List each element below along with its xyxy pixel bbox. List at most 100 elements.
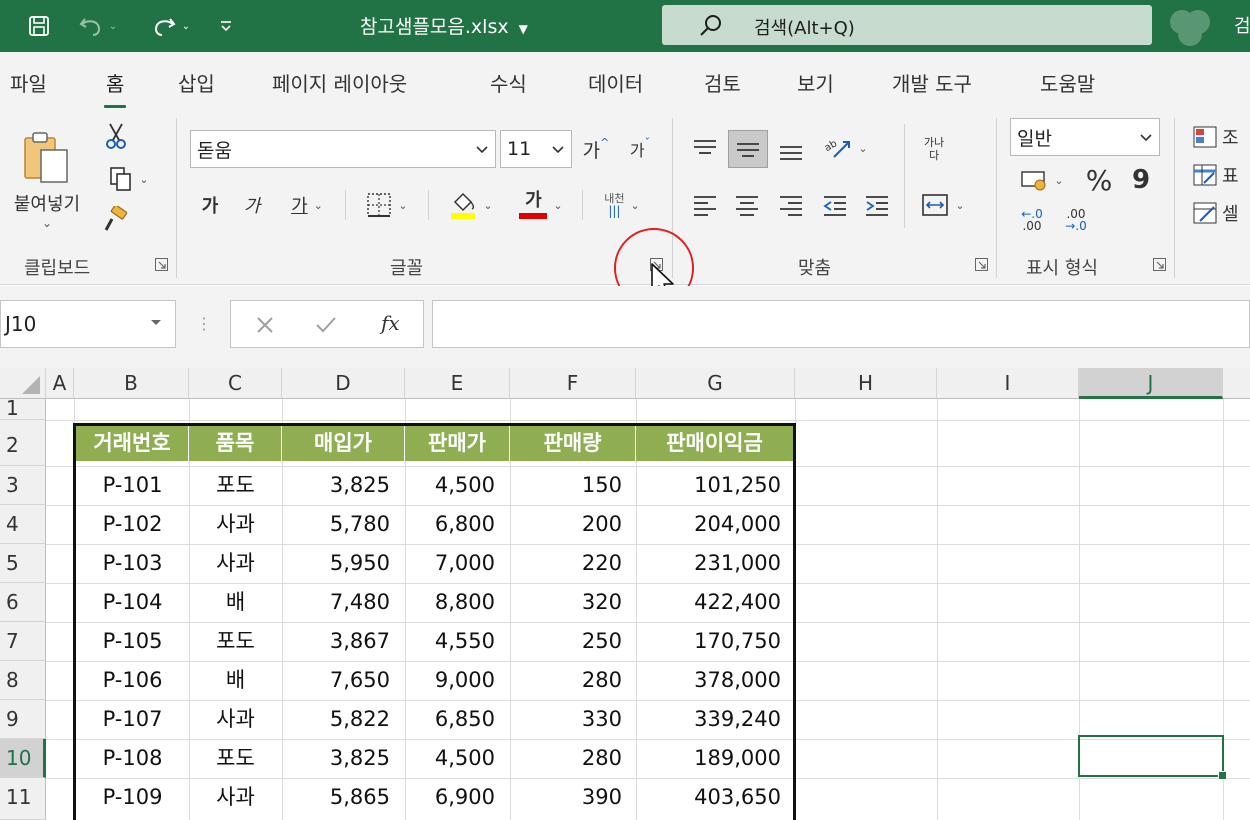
tab-formulas[interactable]: 수식 [490,68,527,97]
select-all-corner[interactable] [0,368,46,399]
decrease-indent-icon[interactable] [816,186,854,224]
accounting-format-button[interactable]: ⌄ [1012,162,1072,198]
tab-review[interactable]: 검토 [704,68,741,97]
column-header-a[interactable]: A [46,368,74,399]
group-number-label: 표시 형식 [1026,258,1098,279]
row-header-11[interactable]: 11 [0,778,46,820]
alignment-launcher-icon[interactable] [975,258,988,271]
group-alignment-label: 맞춤 [798,258,832,279]
grow-font-button[interactable]: 가 ^ [578,132,614,166]
tab-view[interactable]: 보기 [797,68,834,97]
fill-color-button[interactable]: ⌄ [442,186,500,224]
decrease-decimal-button[interactable]: .00 →.0 [1056,204,1096,236]
row-header-8[interactable]: 8 [0,661,46,700]
orientation-button[interactable]: ab ⌄ [818,130,874,166]
chevron-down-icon[interactable] [551,139,565,159]
format-as-table-button[interactable]: 표 [1192,158,1250,192]
italic-button[interactable]: 가 [238,188,266,222]
comma-style-button[interactable]: 9 [1126,162,1156,198]
font-color-button[interactable]: 가 ⌄ [512,186,570,224]
phonetic-guide-button[interactable]: 내천 ||| ⌄ [592,186,652,224]
chevron-down-icon[interactable] [1139,127,1153,147]
row-header-2[interactable]: 2 [0,420,46,466]
conditional-formatting-button[interactable]: 조 [1192,120,1250,154]
tab-developer[interactable]: 개발 도구 [892,68,972,97]
row-header-3[interactable]: 3 [0,466,46,505]
row-header-5[interactable]: 5 [0,544,46,583]
cancel-icon[interactable] [255,315,275,335]
separator [904,124,905,228]
column-header-c[interactable]: C [189,368,282,399]
copy-icon [110,167,132,191]
tab-help[interactable]: 도움말 [1040,68,1095,97]
tab-home[interactable]: 홈 [103,68,127,108]
insert-function-icon[interactable]: fx [381,311,400,335]
align-top-icon[interactable] [686,130,724,166]
tab-file[interactable]: 파일 [10,68,47,97]
align-center-icon[interactable] [728,186,766,224]
column-header-g[interactable]: G [636,368,795,399]
formula-bar-splitter-icon[interactable]: ⋮ [196,314,212,333]
column-header-e[interactable]: E [405,368,510,399]
column-header-h[interactable]: H [795,368,937,399]
percent-style-button[interactable]: % [1080,162,1118,198]
align-middle-icon[interactable] [728,130,768,168]
tab-page-layout[interactable]: 페이지 레이아웃 [272,68,407,97]
column-header-i[interactable]: I [937,368,1079,399]
file-title[interactable]: 참고샘플모음.xlsx ▼ [360,12,528,39]
redo-icon[interactable]: ⌄ [140,10,200,42]
paste-button[interactable]: 붙여넣기 ⌄ [4,120,90,240]
chevron-down-icon[interactable] [475,139,489,159]
enter-icon[interactable] [315,315,337,335]
increase-indent-icon[interactable] [858,186,896,224]
cell-styles-label: 셀 [1222,204,1239,225]
shrink-font-button[interactable]: 가ˇ [622,132,658,166]
underline-button[interactable]: 가 ⌄ [280,188,334,222]
row-header-6[interactable]: 6 [0,583,46,622]
save-icon[interactable] [20,10,58,42]
undo-icon[interactable]: ⌄ [70,10,126,42]
increase-decimal-bottom: .00 [1022,219,1042,233]
name-box[interactable]: J10 [0,300,176,348]
row-header-10[interactable]: 10 [0,739,46,778]
row-header-1[interactable]: 1 [0,398,46,420]
align-left-icon[interactable] [686,186,724,224]
column-header-b[interactable]: B [74,368,189,399]
separator [428,190,429,220]
borders-button[interactable]: ⌄ [358,188,416,222]
column-header-blank[interactable] [1223,368,1250,399]
font-size-combo[interactable]: 11 [500,130,572,168]
align-bottom-icon[interactable] [772,130,810,168]
bold-button[interactable]: 가 [196,188,224,222]
table-border [73,423,796,820]
column-header-d[interactable]: D [282,368,405,399]
spreadsheet-grid[interactable]: A B C D E F G H I J 1 2 3 4 5 6 7 8 9 10… [0,368,1250,820]
align-right-icon[interactable] [772,186,810,224]
customize-qat-icon[interactable] [214,10,238,42]
wrap-text-label-top: 가나 [923,136,945,149]
cell-styles-button[interactable]: 셀 [1192,196,1250,230]
wrap-text-button[interactable]: 가나 다 [912,128,956,170]
search-box[interactable]: 검색(Alt+Q) [662,5,1152,45]
merge-center-button[interactable]: ⌄ [912,186,974,224]
number-launcher-icon[interactable] [1153,258,1166,271]
clover-decoration-icon [1160,2,1220,54]
cut-icon[interactable] [100,118,132,154]
tab-data[interactable]: 데이터 [588,68,643,97]
tab-insert[interactable]: 삽입 [178,68,215,97]
row-header-4[interactable]: 4 [0,505,46,544]
row-header-7[interactable]: 7 [0,622,46,661]
row-header-9[interactable]: 9 [0,700,46,739]
column-header-f[interactable]: F [510,368,636,399]
number-format-combo[interactable]: 일반 [1010,118,1160,156]
column-header-j[interactable]: J [1079,368,1223,399]
formula-input[interactable] [432,300,1250,348]
copy-button[interactable]: ⌄ [100,162,158,196]
font-name-combo[interactable]: 돋움 [190,130,496,168]
increase-decimal-button[interactable]: ←.0 .00 [1012,204,1052,236]
chevron-down-icon[interactable] [149,315,163,331]
active-cell-j10[interactable] [1078,735,1227,780]
clipboard-launcher-icon[interactable] [155,258,168,271]
account-name[interactable]: 검 [1234,12,1250,38]
format-painter-icon[interactable] [100,202,132,238]
